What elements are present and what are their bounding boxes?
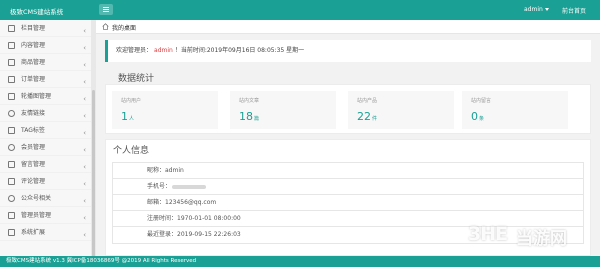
sidebar-item-label: 内容管理 — [21, 42, 46, 49]
user-icon — [8, 144, 15, 151]
sidebar-item-carousel[interactable]: 轮播图管理 ‹ — [0, 88, 95, 105]
welcome-prefix: 欢迎管理员： — [116, 47, 153, 54]
image-icon — [8, 93, 15, 100]
stat-card-products: 站内产品 22件 — [348, 91, 454, 129]
sidebar-item-admins[interactable]: 管理员管理 ‹ — [0, 207, 95, 224]
chevron-left-icon: ‹ — [83, 231, 86, 239]
sidebar-item-label: 友情链接 — [21, 110, 46, 117]
welcome-banner: 欢迎管理员： admin ！当前时间:2019年09月16日 08:05:35 星期… — [105, 40, 591, 62]
home-link[interactable]: 前台首页 — [562, 6, 586, 15]
footer: 极致CMS建站系统 v1.3 冀ICP备18036869号 @2019 All … — [0, 256, 600, 267]
sidebar-item-label: 商品管理 — [21, 59, 46, 66]
watermark-logo: 3HE — [468, 223, 508, 245]
sidebar-item-wechat[interactable]: 公众号相关 ‹ — [0, 190, 95, 207]
breadcrumb-tab[interactable]: 我的桌面 — [112, 23, 136, 32]
sidebar-item-label: TAG标签 — [21, 127, 45, 134]
home-icon — [102, 23, 109, 30]
brand-title[interactable]: 极致CMS建站系统 — [10, 6, 63, 16]
watermark: 3HE 当游网 — [468, 220, 596, 250]
current-time: ！当前时间:2019年09月16日 08:05:35 星期一 — [174, 47, 305, 54]
sidebar-item-label: 评论管理 — [21, 178, 46, 185]
sidebar-item-label: 留言管理 — [21, 161, 46, 168]
admin-icon — [8, 212, 15, 219]
admin-name: admin — [154, 47, 173, 54]
sidebar-item-comments[interactable]: 评论管理 ‹ — [0, 173, 95, 190]
sidebar: 栏目管理 ‹ 内容管理 ‹ 商品管理 ‹ 订单管理 ‹ 轮播图管理 ‹ 友情链接… — [0, 20, 96, 256]
sidebar-item-label: 公众号相关 — [21, 195, 52, 202]
sidebar-item-label: 轮播图管理 — [21, 93, 52, 100]
user-menu[interactable]: admin — [524, 6, 549, 13]
profile-row-nickname: 昵称：admin — [113, 163, 583, 179]
sidebar-item-products[interactable]: 商品管理 ‹ — [0, 54, 95, 71]
sidebar-item-messages[interactable]: 留言管理 ‹ — [0, 156, 95, 173]
comment-icon — [8, 178, 15, 185]
sidebar-item-extensions[interactable]: 系统扩展 ‹ — [0, 224, 95, 241]
sidebar-item-category[interactable]: 栏目管理 ‹ — [0, 20, 95, 37]
sidebar-item-label: 管理员管理 — [21, 212, 52, 219]
stat-card-articles: 站内文章 18篇 — [230, 91, 336, 129]
sidebar-item-orders[interactable]: 订单管理 ‹ — [0, 71, 95, 88]
tag-icon — [8, 127, 15, 134]
top-bar: 极致CMS建站系统 admin 前台首页 — [0, 0, 600, 20]
stat-label: 站内文章 — [239, 98, 260, 104]
chevron-down-icon — [544, 8, 549, 11]
user-name: admin — [524, 6, 543, 13]
sidebar-item-content[interactable]: 内容管理 ‹ — [0, 37, 95, 54]
stat-card-users: 站内用户 1人 — [112, 91, 218, 129]
stat-label: 站内用户 — [121, 98, 142, 104]
breadcrumb: 我的桌面 — [96, 20, 600, 34]
stat-value: 22件 — [357, 110, 378, 123]
stats-title: 数据统计 — [118, 74, 155, 84]
sidebar-item-links[interactable]: 友情链接 ‹ — [0, 105, 95, 122]
sidebar-item-members[interactable]: 会员管理 ‹ — [0, 139, 95, 156]
redacted-phone — [172, 184, 207, 189]
order-icon — [8, 76, 15, 83]
profile-row-phone: 手机号： — [113, 179, 583, 195]
box-icon — [8, 59, 15, 66]
sidebar-item-label: 系统扩展 — [21, 229, 46, 236]
stat-label: 站内留言 — [471, 98, 492, 104]
extension-icon — [8, 229, 15, 236]
stat-label: 站内产品 — [357, 98, 378, 104]
stat-card-messages: 站内留言 0条 — [462, 91, 568, 129]
sidebar-item-label: 栏目管理 — [21, 25, 46, 32]
sidebar-item-label: 订单管理 — [21, 76, 46, 83]
link-icon — [8, 110, 15, 117]
message-icon — [8, 161, 15, 168]
watermark-text: 当游网 — [516, 229, 567, 249]
profile-title: 个人信息 — [113, 146, 150, 156]
sidebar-item-label: 会员管理 — [21, 144, 46, 151]
menu-toggle-button[interactable] — [99, 4, 113, 15]
scrollbar-thumb[interactable] — [92, 90, 95, 260]
profile-row-email: 邮箱：123456@qq.com — [113, 195, 583, 211]
wechat-icon — [8, 195, 15, 202]
stat-value: 1人 — [121, 110, 135, 123]
grid-icon — [8, 25, 15, 32]
sidebar-item-tags[interactable]: TAG标签 ‹ — [0, 122, 95, 139]
stats-panel: 站内用户 1人 站内文章 18篇 站内产品 22件 站内留言 0条 — [105, 84, 591, 134]
sidebar-scrollbar[interactable] — [91, 20, 96, 260]
document-icon — [8, 42, 15, 49]
stat-value: 0条 — [471, 110, 485, 123]
stat-value: 18篇 — [239, 110, 260, 123]
